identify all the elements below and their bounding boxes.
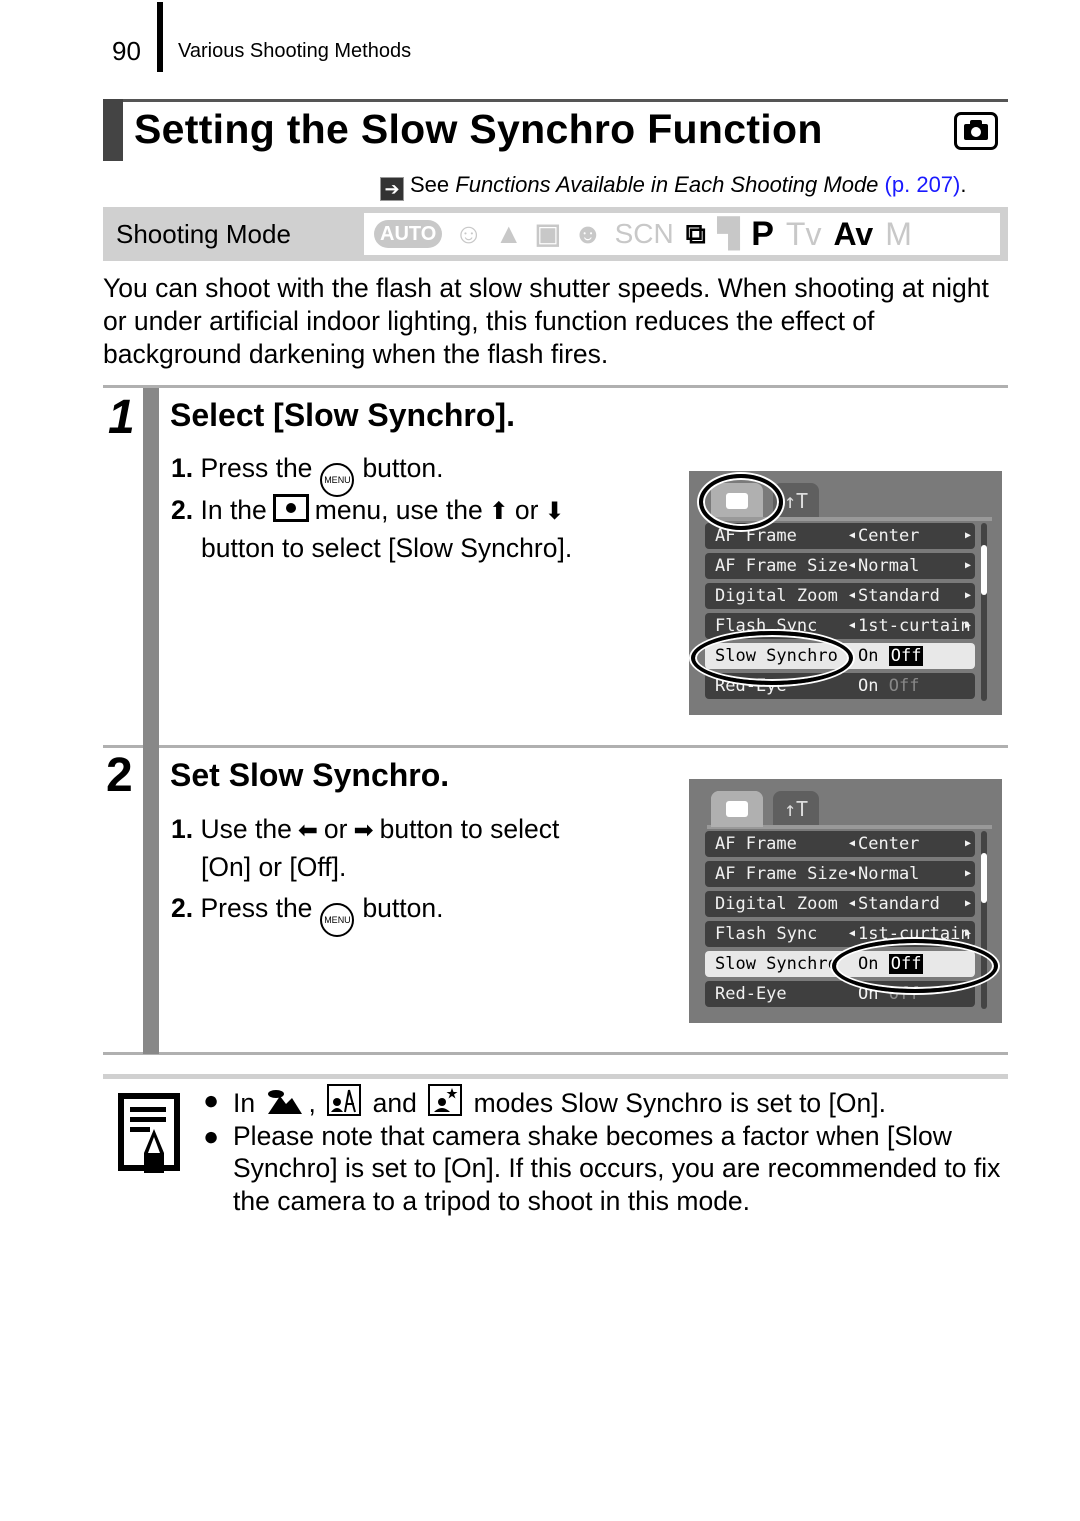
m-mode-icon: M [885, 216, 912, 252]
menu-row: AF Frame Size ◀ Normal ▶ [705, 861, 975, 887]
instruction-text: menu, use the [314, 495, 483, 525]
camera-mode-icon [954, 112, 998, 150]
instruction-text: Press the [200, 893, 313, 923]
step-divider [103, 1052, 1008, 1055]
night-snapshot-mode-icon [327, 1084, 362, 1116]
tv-mode-icon: Tv [785, 216, 822, 252]
note-text: Please note that camera shake becomes a … [233, 1120, 1001, 1216]
note-divider [103, 1074, 1008, 1079]
note-list: ● In , and modes Slow Synchro is set to … [203, 1084, 1003, 1217]
instruction-number: 1. [171, 453, 194, 483]
landscape-mode-icon: ▲ [494, 218, 523, 249]
callout-circle [832, 939, 998, 993]
instruction-number: 1. [171, 814, 194, 844]
landscape-mode-icon [268, 1090, 303, 1114]
instruction-text: button to select [379, 814, 560, 844]
see-also-reference: ➔ See Functions Available in Each Shootin… [380, 172, 967, 201]
instruction-continued: button to select [Slow Synchro]. [201, 533, 573, 563]
step-title: Select [Slow Synchro]. [170, 397, 515, 433]
instruction: 2. In the menu, use the ⬆ or ⬇ [171, 491, 571, 531]
shooting-mode-label: Shooting Mode [116, 219, 291, 249]
step-divider [103, 745, 1008, 748]
title-rule [103, 99, 1008, 102]
shooting-menu-icon [272, 494, 309, 522]
bullet: ● [203, 1120, 220, 1151]
step-side-bar [143, 388, 159, 1054]
instruction-text: button. [362, 453, 444, 483]
note-text: In , and modes Slow Synchro is set to [O… [233, 1084, 886, 1120]
instruction: 1. Use the ⬅ or ➡ button to select [171, 810, 559, 850]
step-divider [103, 385, 1008, 388]
instruction-number: 2. [171, 495, 194, 525]
setup-tab-icon: ↑T [773, 791, 819, 827]
night-snapshot-mode-icon: ▣ [534, 218, 562, 249]
instruction-text: or [514, 495, 539, 525]
page-title: Setting the Slow Synchro Function [134, 106, 823, 152]
instruction: 1. Press the MENU button. [171, 449, 443, 497]
step-number: 1 [108, 391, 135, 444]
instruction-text: In the [200, 495, 267, 525]
step-title: Set Slow Synchro. [170, 757, 450, 793]
menu-button-icon: MENU [320, 903, 355, 937]
see-suffix: . [960, 172, 967, 197]
scrollbar [981, 831, 987, 1009]
night-scene-mode-icon [428, 1084, 463, 1116]
callout-circle [691, 631, 853, 685]
left-arrow-icon: ⬅ [297, 817, 318, 844]
see-prefix: See [410, 172, 456, 197]
p-mode-icon: P [751, 215, 774, 253]
stitch-assist-mode-icon: ⧉ [685, 218, 706, 249]
kids-pets-mode-icon: ☻ [573, 218, 603, 249]
header-divider [157, 2, 163, 72]
instruction: 2. Press the MENU button. [171, 889, 443, 937]
title-accent-bar [103, 99, 123, 161]
memo-note-icon [118, 1093, 180, 1173]
instruction-text: or [323, 814, 348, 844]
bullet: ● [203, 1085, 220, 1115]
av-mode-icon: Av [833, 216, 874, 252]
menu-row: AF Frame Size ◀ Normal ▶ [705, 553, 975, 579]
step-number: 2 [106, 749, 133, 802]
camera-menu-screenshot: ↑T AF Frame ◀ Center ▶ AF Frame Size ◀ Normal… [689, 471, 1002, 715]
see-italic: Functions Available in Each Shooting Mod… [455, 172, 879, 197]
instruction-text: Use the [200, 814, 292, 844]
auto-mode-icon: AUTO [374, 220, 443, 248]
arrow-right-icon: ➔ [380, 177, 404, 201]
note-bullet: ● In , and modes Slow Synchro is set to … [203, 1084, 1003, 1120]
instruction-text: Press the [200, 453, 313, 483]
movie-mode-icon: ▜ [717, 218, 740, 249]
instruction-number: 2. [171, 893, 194, 923]
intro-paragraph: You can shoot with the flash at slow shu… [103, 273, 989, 369]
scrollbar [981, 523, 987, 701]
right-arrow-icon: ➡ [353, 817, 374, 844]
menu-row: AF Frame ◀ Center ▶ [705, 831, 975, 857]
camera-menu-screenshot: ↑T AF Frame ◀ Center ▶ AF Frame Size ◀ Normal… [689, 779, 1002, 1023]
shooting-mode-icons: AUTO ☺ ▲ ▣ ☻ SCN ⧉ ▜ P Tv Av M [362, 211, 1002, 257]
page-number: 90 [112, 36, 141, 66]
section-name: Various Shooting Methods [178, 40, 412, 62]
instruction-text: button. [362, 893, 444, 923]
callout-circle [699, 474, 783, 530]
menu-row: Digital Zoom ◀ Standard ▶ [705, 891, 975, 917]
portrait-mode-icon: ☺ [454, 218, 483, 249]
page-link[interactable]: (p. 207) [885, 172, 961, 197]
scn-mode-icon: SCN [614, 218, 674, 249]
down-arrow-icon: ⬇ [544, 498, 565, 525]
menu-row: Digital Zoom ◀ Standard ▶ [705, 583, 975, 609]
up-arrow-icon: ⬆ [488, 498, 509, 525]
instruction-continued: [On] or [Off]. [201, 852, 347, 882]
note-bullet: ● Please note that camera shake becomes … [203, 1120, 1003, 1218]
